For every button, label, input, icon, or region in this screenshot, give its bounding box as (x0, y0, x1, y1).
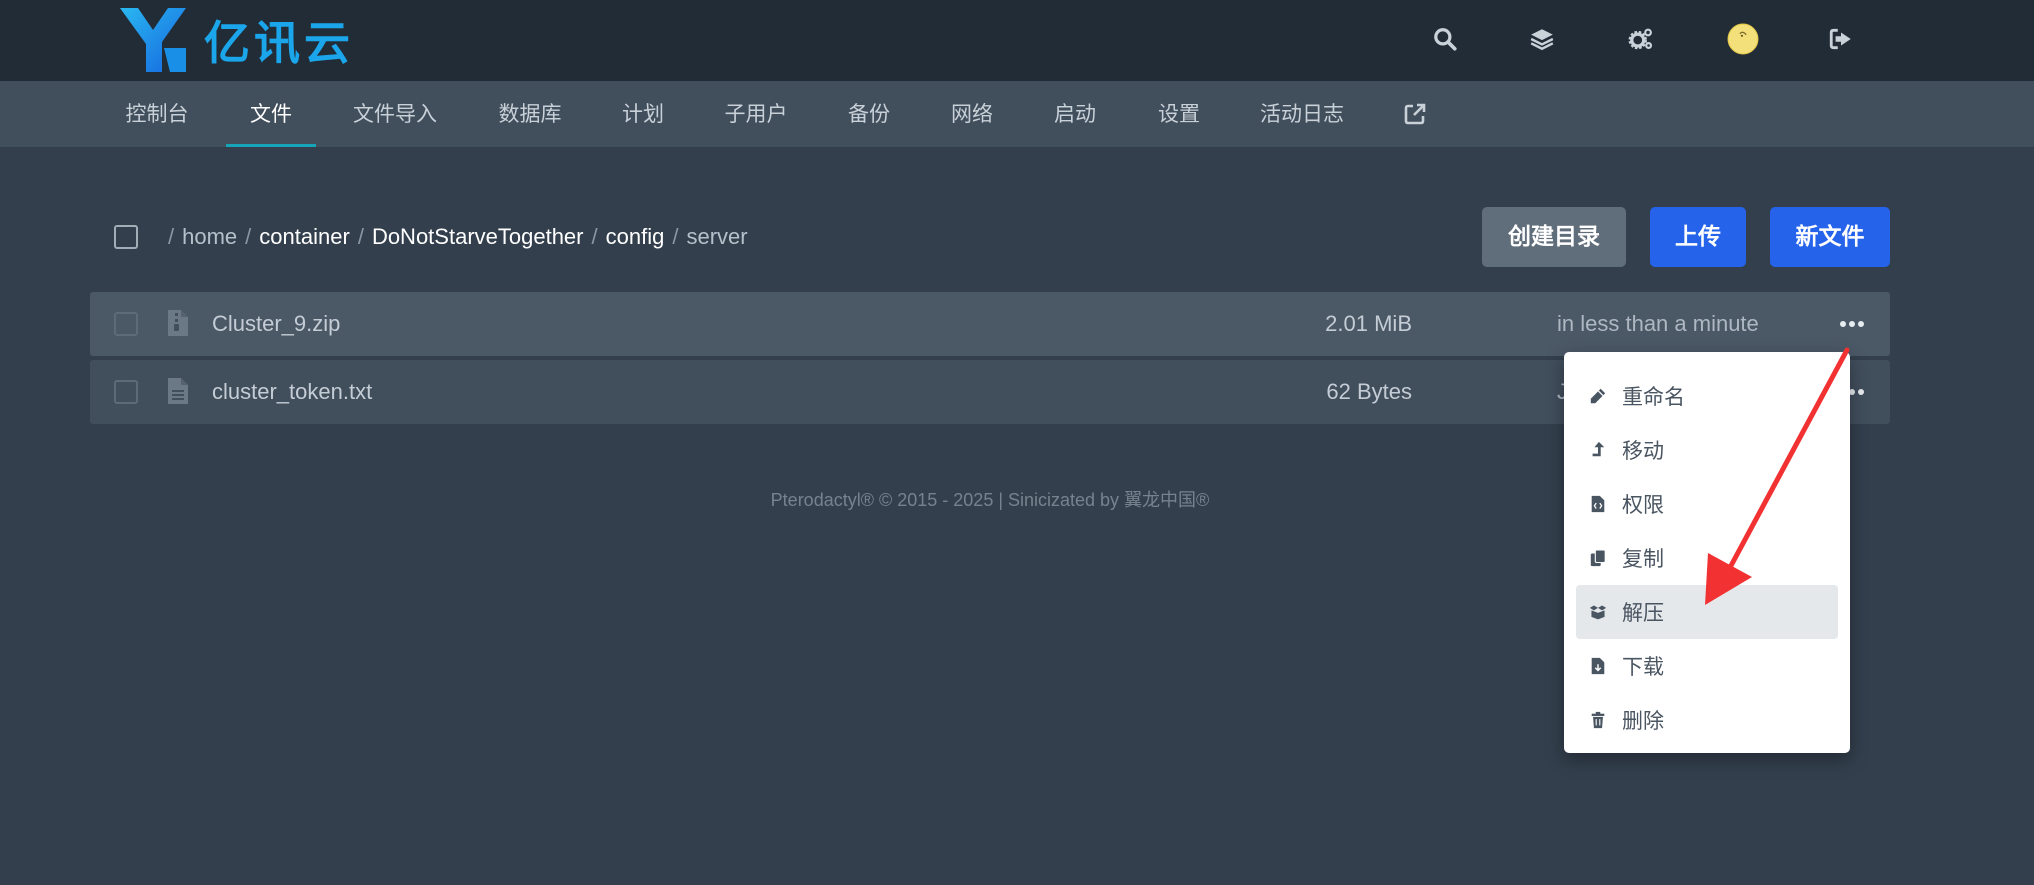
menu-item-delete[interactable]: 删除 (1576, 693, 1838, 747)
breadcrumb-config[interactable]: config (606, 224, 665, 249)
menu-item-permissions[interactable]: 权限 (1576, 477, 1838, 531)
breadcrumb-separator: / (357, 224, 364, 249)
menu-item-label: 复制 (1622, 547, 1664, 571)
pencil-icon (1588, 386, 1608, 406)
row-checkbox[interactable] (114, 312, 138, 336)
file-size: 62 Bytes (1326, 379, 1412, 404)
file-modified: in less than a minute (1557, 311, 1759, 336)
nav-item-files[interactable]: 文件 (226, 81, 316, 147)
breadcrumb-current: server (686, 224, 748, 249)
file-text-icon (168, 378, 188, 404)
file-size: 2.01 MiB (1325, 311, 1412, 336)
file-row[interactable]: Cluster_9.zip 2.01 MiB in less than a mi… (90, 292, 1890, 356)
file-actions-button[interactable] (1832, 306, 1872, 342)
select-all-checkbox[interactable] (114, 225, 138, 249)
file-code-icon (1588, 494, 1608, 514)
search-icon[interactable] (1424, 18, 1466, 60)
trash-icon (1588, 710, 1608, 730)
more-dots-icon (1840, 321, 1864, 327)
nav-item-network[interactable]: 网络 (934, 81, 1010, 147)
menu-item-label: 解压 (1622, 601, 1664, 625)
nav-item-backups[interactable]: 备份 (832, 81, 906, 147)
menu-item-label: 权限 (1622, 493, 1664, 517)
nav-item-settings[interactable]: 设置 (1142, 81, 1216, 147)
breadcrumb: / home / container / DoNotStarveTogether / conf… (160, 224, 748, 250)
menu-item-extract[interactable]: 解压 (1576, 585, 1838, 639)
file-archive-icon (168, 310, 188, 336)
breadcrumb-separator: / (591, 224, 598, 249)
avatar[interactable] (1722, 18, 1764, 60)
nav-item-console[interactable]: 控制台 (110, 81, 204, 147)
logout-icon[interactable] (1820, 18, 1862, 60)
breadcrumb-container[interactable]: container (259, 224, 350, 249)
row-checkbox[interactable] (114, 380, 138, 404)
file-context-menu: 重命名 移动 权限 复制 解压 下载 删除 (1564, 352, 1850, 753)
menu-item-label: 移动 (1622, 439, 1664, 463)
menu-item-label: 下载 (1622, 655, 1664, 679)
menu-item-move[interactable]: 移动 (1576, 423, 1838, 477)
create-directory-button[interactable]: 创建目录 (1482, 207, 1626, 267)
top-bar: 亿讯云 (0, 0, 2034, 81)
logo-text: 亿讯云 (204, 16, 354, 70)
nav-item-schedules[interactable]: 计划 (608, 81, 678, 147)
gears-icon[interactable] (1620, 18, 1662, 60)
breadcrumb-separator: / (168, 224, 175, 249)
layers-icon[interactable] (1521, 18, 1563, 60)
menu-item-rename[interactable]: 重命名 (1576, 369, 1838, 423)
breadcrumb-separator: / (245, 224, 252, 249)
breadcrumb-home[interactable]: home (182, 224, 237, 249)
menu-item-label: 删除 (1622, 709, 1664, 733)
menu-item-label: 重命名 (1622, 385, 1685, 409)
level-up-icon (1588, 440, 1608, 460)
file-download-icon (1588, 656, 1608, 676)
breadcrumb-separator: / (672, 224, 679, 249)
menu-item-download[interactable]: 下载 (1576, 639, 1838, 693)
brand-logo[interactable]: 亿讯云 (120, 8, 354, 72)
nav-item-startup[interactable]: 启动 (1038, 81, 1112, 147)
nav-item-activity-log[interactable]: 活动日志 (1252, 81, 1352, 147)
nav-item-subusers[interactable]: 子用户 (704, 81, 808, 147)
file-name[interactable]: Cluster_9.zip (212, 311, 340, 337)
external-link-icon[interactable] (1400, 81, 1430, 147)
box-open-icon (1588, 602, 1608, 622)
upload-button[interactable]: 上传 (1650, 207, 1746, 267)
nav-item-databases[interactable]: 数据库 (480, 81, 580, 147)
logo-mark-icon (120, 8, 186, 72)
copy-icon (1588, 548, 1608, 568)
breadcrumb-dst[interactable]: DoNotStarveTogether (372, 224, 584, 249)
file-name[interactable]: cluster_token.txt (212, 379, 372, 405)
new-file-button[interactable]: 新文件 (1770, 207, 1890, 267)
menu-item-copy[interactable]: 复制 (1576, 531, 1838, 585)
nav-item-file-import[interactable]: 文件导入 (340, 81, 450, 147)
server-nav: 控制台 文件 文件导入 数据库 计划 子用户 备份 网络 启动 设置 活动日志 (0, 81, 2034, 147)
